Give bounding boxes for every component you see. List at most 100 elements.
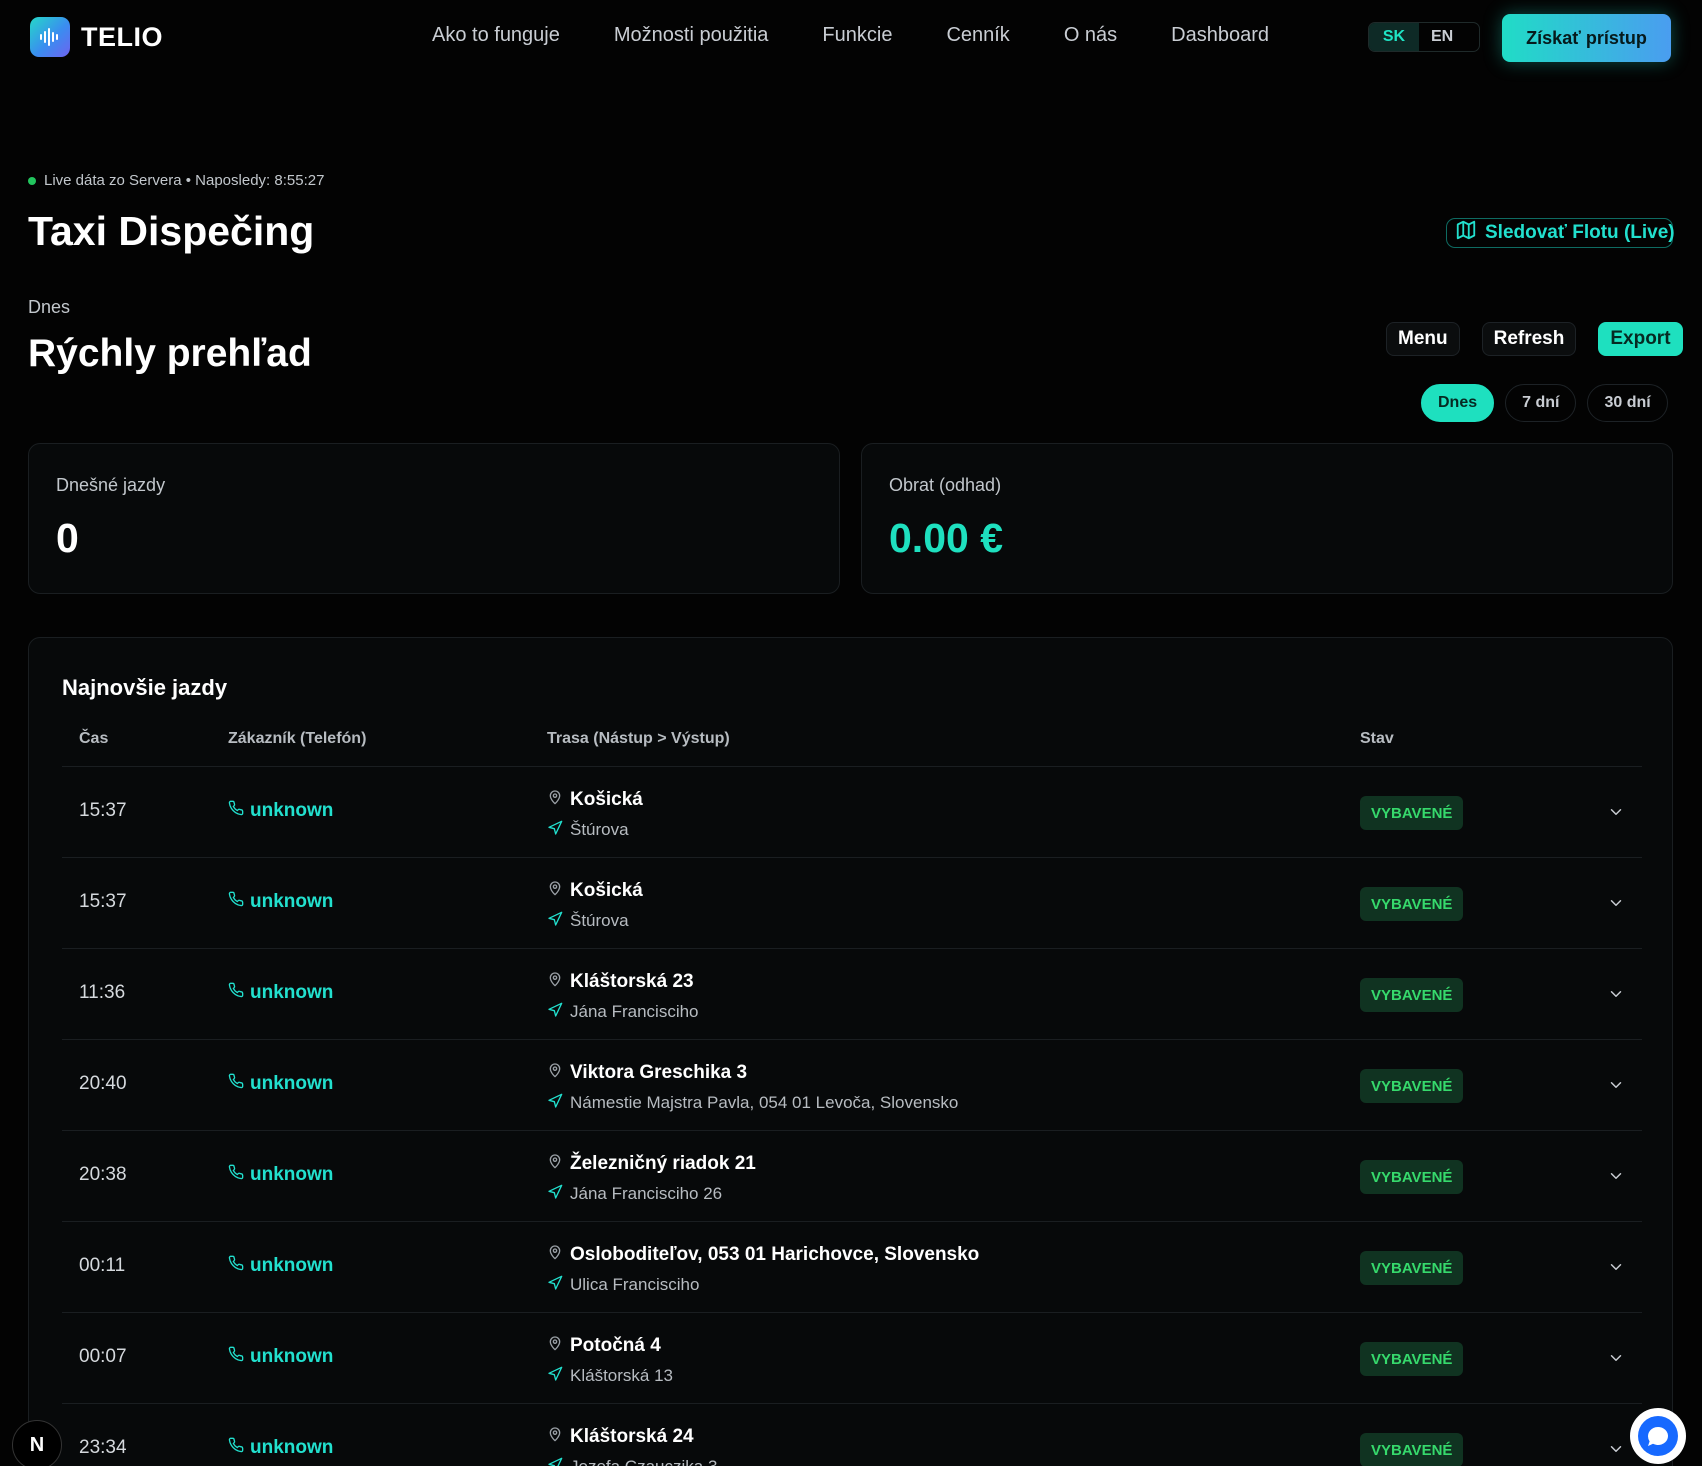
ride-dropoff-address: Námestie Majstra Pavla, 054 01 Levoča, S…	[570, 1093, 959, 1112]
ride-customer-phone: unknown	[250, 1437, 334, 1458]
status-badge: VYBAVENÉ	[1360, 1251, 1464, 1285]
ride-time: 20:38	[79, 1164, 127, 1185]
framework-badge[interactable]: N	[12, 1420, 62, 1466]
table-row[interactable]: 23:34 unknown Kláštorská 24 Jozefa Czauczik…	[62, 1404, 1642, 1466]
ride-route: Železničný riadok 21 Jána Francisciho 26	[547, 1149, 756, 1209]
ride-pickup: Kláštorská 24	[547, 1422, 717, 1452]
ride-dropoff-address: Jána Francisciho 26	[570, 1184, 723, 1203]
nav-link-how-it-works[interactable]: Ako to funguje	[432, 24, 560, 47]
ride-customer-phone: unknown	[250, 1164, 334, 1185]
ride-pickup: Osloboditeľov, 053 01 Harichovce, Sloven…	[547, 1240, 979, 1270]
ride-dropoff-address: Jána Francisciho	[570, 1002, 699, 1021]
chevron-down-icon[interactable]	[1607, 1258, 1625, 1281]
chat-bubble-icon[interactable]	[1630, 1408, 1686, 1464]
ride-customer[interactable]: unknown	[228, 1437, 333, 1459]
navigation-arrow-icon	[547, 911, 563, 932]
nav-links: Ako to funguje Možnosti použitia Funkcie…	[432, 24, 1323, 47]
status-badge: VYBAVENÉ	[1360, 1069, 1464, 1103]
table-row[interactable]: 20:38 unknown Železničný riadok 21 Jána Fra…	[62, 1131, 1642, 1222]
ride-time: 15:37	[79, 891, 127, 912]
time-range-selector: Dnes 7 dní 30 dní	[1421, 384, 1668, 422]
chevron-down-icon[interactable]	[1607, 1440, 1625, 1463]
navigation-arrow-icon	[547, 820, 563, 841]
range-30-days[interactable]: 30 dní	[1587, 384, 1668, 422]
ride-route: Košická Štúrova	[547, 876, 643, 936]
column-header-status: Stav	[1360, 730, 1394, 747]
ride-dropoff-address: Ulica Francisciho	[570, 1275, 700, 1294]
navigation-arrow-icon	[547, 1457, 563, 1466]
live-indicator-dot	[28, 176, 36, 185]
ride-pickup-address: Viktora Greschika 3	[570, 1062, 748, 1083]
refresh-button[interactable]: Refresh	[1481, 322, 1577, 356]
chevron-down-icon[interactable]	[1607, 1349, 1625, 1372]
nav-link-dashboard[interactable]: Dashboard	[1171, 24, 1269, 47]
map-pin-icon	[547, 880, 563, 902]
table-row[interactable]: 00:11 unknown Osloboditeľov, 053 01 Harich…	[62, 1222, 1642, 1313]
ride-time: 11:36	[79, 982, 126, 1003]
map-pin-icon	[547, 1062, 563, 1084]
ride-customer[interactable]: unknown	[228, 982, 333, 1004]
ride-customer[interactable]: unknown	[228, 800, 333, 822]
table-row[interactable]: 15:37 unknown Košická Štúrova VYBAVENÉ	[62, 858, 1642, 949]
ride-customer-phone: unknown	[250, 1346, 334, 1367]
range-7-days[interactable]: 7 dní	[1505, 384, 1577, 422]
ride-dropoff-address: Štúrova	[570, 911, 629, 930]
chevron-down-icon[interactable]	[1607, 894, 1625, 917]
nav-link-use-cases[interactable]: Možnosti použitia	[614, 24, 769, 47]
table-row[interactable]: 20:40 unknown Viktora Greschika 3 Námestie …	[62, 1040, 1642, 1131]
overview-period-label: Dnes	[28, 297, 71, 317]
chevron-down-icon[interactable]	[1607, 1076, 1625, 1099]
column-header-time: Čas	[79, 730, 109, 747]
revenue-card: Obrat (odhad) 0.00 €	[861, 443, 1673, 594]
ride-pickup-address: Železničný riadok 21	[570, 1153, 756, 1174]
ride-dropoff: Kláštorská 13	[547, 1361, 673, 1391]
ride-customer-phone: unknown	[250, 1073, 334, 1094]
range-today[interactable]: Dnes	[1421, 384, 1495, 422]
ride-pickup-address: Kláštorská 23	[570, 971, 694, 992]
overview-actions: Menu Refresh Export	[1386, 322, 1683, 356]
menu-button[interactable]: Menu	[1386, 322, 1460, 356]
table-row[interactable]: 00:07 unknown Potočná 4 Kláštorská 13 VYBAVE…	[62, 1313, 1642, 1404]
ride-customer[interactable]: unknown	[228, 1073, 333, 1095]
chevron-down-icon[interactable]	[1607, 1167, 1625, 1190]
ride-customer-phone: unknown	[250, 1255, 334, 1276]
revenue-label: Obrat (odhad)	[889, 475, 1002, 495]
ride-pickup: Košická	[547, 876, 643, 906]
nav-link-pricing[interactable]: Cenník	[946, 24, 1009, 47]
ride-customer[interactable]: unknown	[228, 891, 333, 913]
language-switcher: SK EN	[1368, 22, 1480, 52]
map-pin-icon	[547, 1153, 563, 1175]
table-row[interactable]: 15:37 unknown Košická Štúrova VYBAVENÉ	[62, 767, 1642, 858]
nav-link-about[interactable]: O nás	[1064, 24, 1117, 47]
map-pin-icon	[547, 1335, 563, 1357]
ride-route: Osloboditeľov, 053 01 Harichovce, Sloven…	[547, 1240, 979, 1300]
export-button[interactable]: Export	[1598, 322, 1683, 356]
ride-route: Kláštorská 24 Jozefa Czauczika 3	[547, 1422, 717, 1466]
rides-today-card: Dnešné jazdy 0	[28, 443, 840, 594]
page-title: Taxi Dispečing	[28, 208, 315, 254]
status-badge: VYBAVENÉ	[1360, 1342, 1464, 1376]
navigation-arrow-icon	[547, 1093, 563, 1114]
lang-en-button[interactable]: EN	[1419, 28, 1453, 46]
chevron-down-icon[interactable]	[1607, 985, 1625, 1008]
get-access-button[interactable]: Získať prístup	[1502, 14, 1671, 62]
chevron-down-icon[interactable]	[1607, 803, 1625, 826]
track-fleet-button[interactable]: Sledovať Flotu (Live)	[1446, 218, 1675, 248]
nav-link-features[interactable]: Funkcie	[822, 24, 892, 47]
live-status: Live dáta zo Servera • Naposledy: 8:55:2…	[28, 172, 324, 189]
map-pin-icon	[547, 1426, 563, 1448]
status-badge: VYBAVENÉ	[1360, 1160, 1464, 1194]
ride-route: Kláštorská 23 Jána Francisciho	[547, 967, 699, 1027]
ride-customer[interactable]: unknown	[228, 1255, 333, 1277]
lang-sk-button[interactable]: SK	[1369, 23, 1419, 51]
ride-pickup-address: Kláštorská 24	[570, 1426, 694, 1447]
table-row[interactable]: 11:36 unknown Kláštorská 23 Jána Franciscih…	[62, 949, 1642, 1040]
ride-customer[interactable]: unknown	[228, 1346, 333, 1368]
rides-today-label: Dnešné jazdy	[56, 475, 166, 495]
ride-time: 00:11	[79, 1255, 126, 1276]
ride-customer[interactable]: unknown	[228, 1164, 333, 1186]
ride-time: 23:34	[79, 1437, 127, 1458]
brand-logo[interactable]: TELIO	[30, 17, 163, 57]
ride-dropoff: Ulica Francisciho	[547, 1270, 979, 1300]
ride-dropoff-address: Kláštorská 13	[570, 1366, 673, 1385]
